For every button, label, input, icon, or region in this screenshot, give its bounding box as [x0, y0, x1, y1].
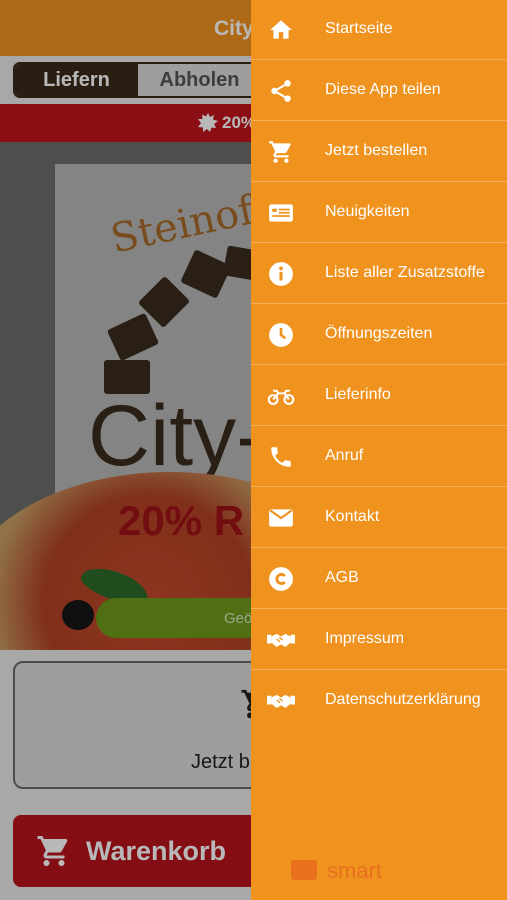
share-icon	[267, 78, 295, 104]
menu-label: Datenschutzerklärung	[325, 691, 481, 708]
news-icon	[267, 200, 295, 226]
menu-item-news[interactable]: Neuigkeiten	[251, 183, 507, 243]
menu-label: Neuigkeiten	[325, 203, 410, 220]
menu-label: Lieferinfo	[325, 386, 391, 403]
menu-item-call[interactable]: Anruf	[251, 427, 507, 487]
home-icon	[267, 17, 295, 43]
provider-logo-mark	[291, 860, 317, 880]
menu-item-opening-hours[interactable]: Öffnungszeiten	[251, 305, 507, 365]
menu-item-privacy[interactable]: Datenschutzerklärung	[251, 671, 507, 731]
menu-item-terms[interactable]: AGB	[251, 549, 507, 609]
menu-label: Anruf	[325, 447, 364, 464]
motorbike-icon	[267, 383, 295, 409]
menu-label: Startseite	[325, 20, 393, 37]
menu-label: Liste aller Zusatzstoffe	[325, 264, 485, 281]
menu-item-contact[interactable]: Kontakt	[251, 488, 507, 548]
handshake-icon	[267, 627, 295, 653]
menu-item-share[interactable]: Diese App teilen	[251, 61, 507, 121]
menu-item-delivery-info[interactable]: Lieferinfo	[251, 366, 507, 426]
menu-label: Jetzt bestellen	[325, 142, 428, 159]
phone-icon	[267, 444, 295, 470]
info-icon	[267, 261, 295, 287]
menu-label: Impressum	[325, 630, 405, 647]
clock-icon	[267, 322, 295, 348]
mail-icon	[267, 505, 295, 531]
menu-label: AGB	[325, 569, 359, 586]
menu-item-home[interactable]: Startseite	[251, 0, 507, 60]
copyright-icon	[267, 566, 295, 592]
cart-icon	[267, 139, 295, 165]
menu-label: Kontakt	[325, 508, 380, 525]
navigation-drawer: Startseite Diese App teilen Jetzt bestel…	[251, 0, 507, 900]
handshake-icon	[267, 688, 295, 714]
provider-logo-text: smart	[327, 858, 382, 883]
provider-logo: smart	[291, 857, 461, 885]
menu-item-imprint[interactable]: Impressum	[251, 610, 507, 670]
menu-label: Öffnungszeiten	[325, 325, 433, 342]
menu-item-order[interactable]: Jetzt bestellen	[251, 122, 507, 182]
menu-item-additives[interactable]: Liste aller Zusatzstoffe	[251, 244, 507, 304]
menu-label: Diese App teilen	[325, 81, 441, 98]
